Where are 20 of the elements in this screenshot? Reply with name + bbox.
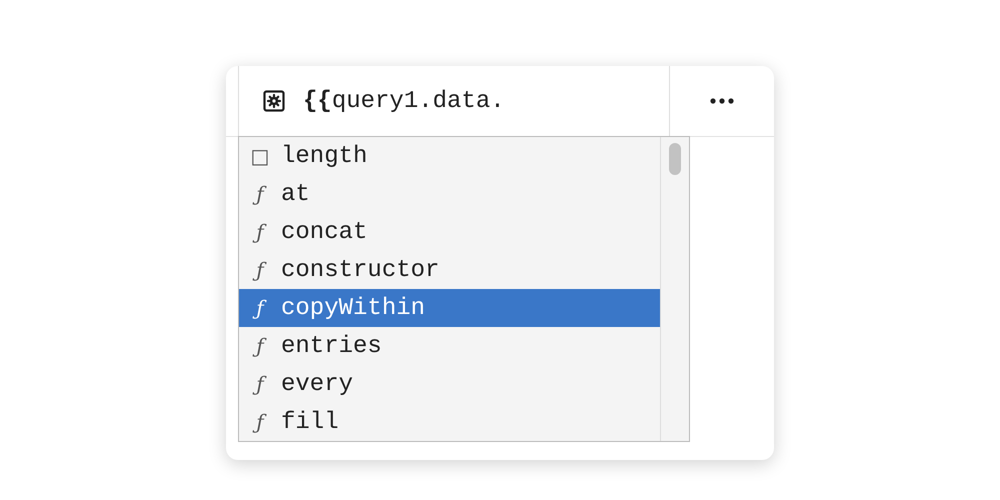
type-icon: ƒ [239,182,281,206]
type-icon: ƒ [239,334,281,358]
type-icon: ƒ [239,372,281,396]
suggestion-item[interactable]: ƒ every [239,365,660,403]
more-icon [710,98,734,104]
suggestion-item[interactable]: ƒ copyWithin [239,289,660,327]
suggestion-item[interactable]: ƒ entries [239,327,660,365]
settings-icon [263,90,285,112]
suggestion-item[interactable]: ƒ at [239,175,660,213]
type-icon: ƒ [239,296,281,320]
type-icon: ƒ [239,220,281,244]
suggestion-item[interactable]: ƒ fill [239,403,660,441]
suggestion-item[interactable]: □ length [239,137,660,175]
type-icon: ƒ [239,410,281,434]
suggestion-item[interactable]: ƒ constructor [239,251,660,289]
code-text: {{query1.data. [303,88,505,114]
suggestion-item[interactable]: ƒ concat [239,213,660,251]
scrollbar-thumb[interactable] [669,143,681,175]
type-icon: □ [239,144,281,168]
type-icon: ƒ [239,258,281,282]
